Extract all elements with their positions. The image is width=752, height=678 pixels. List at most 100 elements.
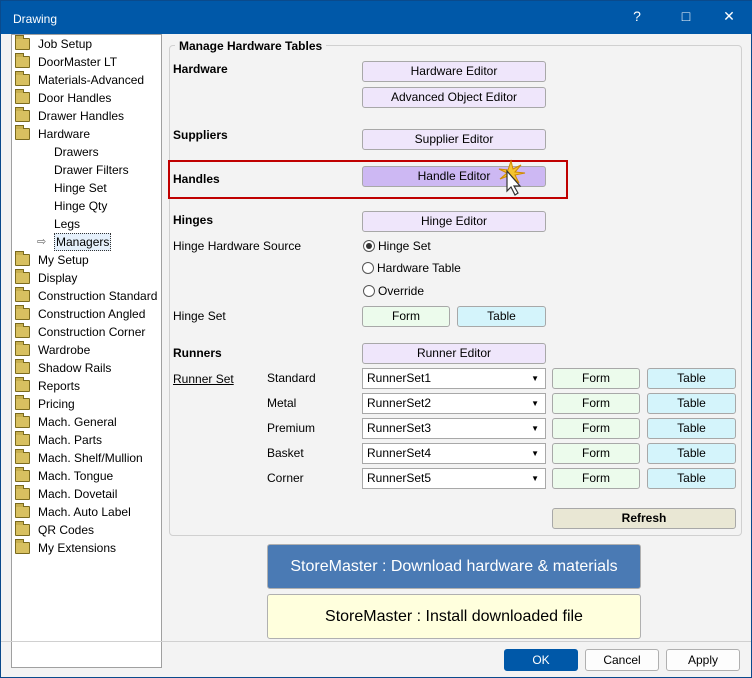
runner-set-select[interactable]: RunnerSet5▼ [362,468,546,489]
tree-item[interactable]: Legs [54,215,159,233]
folder-icon [15,344,30,356]
tree-item[interactable]: Materials-Advanced [15,71,160,89]
runner-table-button[interactable]: Table [647,418,736,439]
folder-icon [15,272,30,284]
help-icon[interactable]: ? [627,6,647,26]
tree-item[interactable]: Hinge Set [54,179,159,197]
title-bar: Drawing ? □ ✕ [1,1,752,34]
runner-form-button[interactable]: Form [552,468,640,489]
tree-item[interactable]: Mach. Auto Label [15,503,160,521]
radio-label: Hinge Set [378,239,431,253]
runner-table-button[interactable]: Table [647,368,736,389]
footer-divider [1,641,751,642]
refresh-button[interactable]: Refresh [552,508,736,529]
runner-editor-button[interactable]: Runner Editor [362,343,546,364]
tree-item[interactable]: Construction Standard [15,287,160,305]
apply-button[interactable]: Apply [666,649,740,671]
runner-set-select[interactable]: RunnerSet4▼ [362,443,546,464]
supplier-editor-button[interactable]: Supplier Editor [362,129,546,150]
folder-icon [15,362,30,374]
tree-item[interactable]: QR Codes [15,521,160,539]
tree-item[interactable]: Drawer Filters [54,161,159,179]
runner-set-value: RunnerSet3 [367,421,431,435]
dialog-window: Drawing ? □ ✕ Job SetupDoorMaster LTMate… [0,0,752,678]
runner-table-button[interactable]: Table [647,468,736,489]
runner-table-button[interactable]: Table [647,393,736,414]
tree-item[interactable]: Hardware [15,125,160,143]
tree-item[interactable]: Wardrobe [15,341,160,359]
tree-item[interactable]: Display [15,269,160,287]
tree-item[interactable]: Pricing [15,395,160,413]
tree-item[interactable]: Mach. Shelf/Mullion [15,449,160,467]
hinge-set-table-button[interactable]: Table [457,306,546,327]
runner-form-button[interactable]: Form [552,368,640,389]
tree-item[interactable]: Drawer Handles [15,107,160,125]
tree-item[interactable]: ⇨Managers [54,233,159,251]
runner-set-select[interactable]: RunnerSet3▼ [362,418,546,439]
ok-button[interactable]: OK [504,649,578,671]
chevron-down-icon: ▼ [531,369,539,388]
radio-override[interactable]: Override [363,284,424,298]
tree-item-label: Mach. Dovetail [38,485,117,503]
advanced-object-editor-button[interactable]: Advanced Object Editor [362,87,546,108]
tree-item-label: Construction Standard [38,287,157,305]
runner-set-value: RunnerSet5 [367,471,431,485]
window-title: Drawing [13,12,57,26]
tree-item[interactable]: Reports [15,377,160,395]
cancel-button[interactable]: Cancel [585,649,659,671]
tree-item-label: Pricing [38,395,75,413]
runner-type-label: Standard [267,371,316,385]
folder-icon [15,470,30,482]
folder-icon [15,398,30,410]
tree-item-label: Materials-Advanced [38,71,144,89]
radio-label: Override [378,284,424,298]
runner-table-button[interactable]: Table [647,443,736,464]
runner-form-button[interactable]: Form [552,418,640,439]
tree-item[interactable]: Construction Angled [15,305,160,323]
tree-item-label: My Setup [38,251,89,269]
hinge-editor-button[interactable]: Hinge Editor [362,211,546,232]
settings-tree[interactable]: Job SetupDoorMaster LTMaterials-Advanced… [11,34,162,668]
tree-item[interactable]: Mach. Tongue [15,467,160,485]
tree-item[interactable]: Hinge Qty [54,197,159,215]
tree-item[interactable]: Door Handles [15,89,160,107]
tree-item[interactable]: Job Setup [15,35,160,53]
storemaster-download-button[interactable]: StoreMaster : Download hardware & materi… [267,544,641,589]
close-icon[interactable]: ✕ [719,6,739,26]
folder-icon [15,128,30,140]
tree-item-label: Mach. Parts [38,431,102,449]
tree-item[interactable]: Drawers [54,143,159,161]
tree-item[interactable]: Mach. Parts [15,431,160,449]
hinges-label: Hinges [173,213,213,227]
runner-set-select[interactable]: RunnerSet1 ▼ [362,368,546,389]
runner-set-link[interactable]: Runner Set [173,372,234,386]
tree-item[interactable]: Construction Corner [15,323,160,341]
radio-hinge-set[interactable]: Hinge Set [363,239,431,253]
runner-form-button[interactable]: Form [552,393,640,414]
folder-icon [15,38,30,50]
tree-item-label: Door Handles [38,89,111,107]
runner-form-button[interactable]: Form [552,443,640,464]
tree-item[interactable]: DoorMaster LT [15,53,160,71]
tree-item[interactable]: Mach. Dovetail [15,485,160,503]
folder-icon [15,488,30,500]
maximize-icon[interactable]: □ [676,6,696,26]
radio-hardware-table[interactable]: Hardware Table [362,261,461,275]
runner-type-label: Basket [267,446,304,460]
storemaster-install-button[interactable]: StoreMaster : Install downloaded file [267,594,641,639]
tree-item-label: Hardware [38,125,90,143]
tree-item[interactable]: My Extensions [15,539,160,557]
radio-unchecked-icon [362,262,374,274]
folder-icon [15,434,30,446]
tree-item[interactable]: Shadow Rails [15,359,160,377]
runner-set-value: RunnerSet1 [367,371,431,385]
runner-set-select[interactable]: RunnerSet2▼ [362,393,546,414]
hinge-set-form-button[interactable]: Form [362,306,450,327]
tree-item[interactable]: Mach. General [15,413,160,431]
folder-icon [15,542,30,554]
tree-item-label: Mach. Shelf/Mullion [38,449,143,467]
tree-item[interactable]: My Setup [15,251,160,269]
tree-item-label: Managers [54,233,111,251]
hardware-editor-button[interactable]: Hardware Editor [362,61,546,82]
hinge-source-label: Hinge Hardware Source [173,239,301,253]
